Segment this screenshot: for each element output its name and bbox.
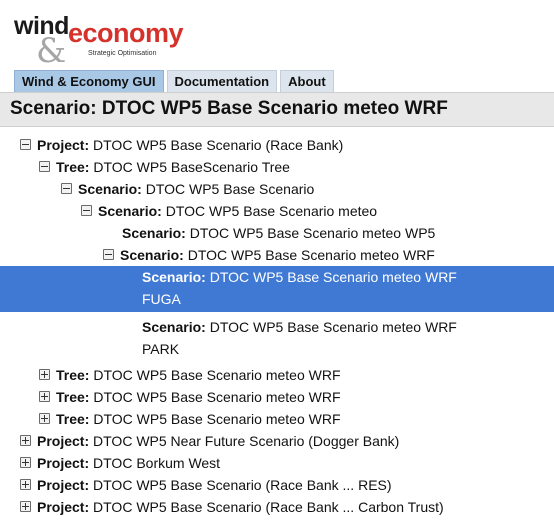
tree-row-scenario[interactable]: Scenario: DTOC WP5 Base Scenario meteo W… xyxy=(0,222,554,244)
tree-row-scenario[interactable]: Scenario: DTOC WP5 Base Scenario xyxy=(0,178,554,200)
logo-word-wind: wind xyxy=(14,12,69,40)
expand-icon[interactable] xyxy=(39,391,50,402)
tree-row-label: Tree: DTOC WP5 Base Scenario meteo WRF xyxy=(56,411,341,427)
tree-row-project[interactable]: Project: DTOC WP5 Base Scenario (Race Ba… xyxy=(0,496,554,518)
page-title: Scenario: DTOC WP5 Base Scenario meteo W… xyxy=(10,98,448,119)
logo-tagline: Strategic Optimisation xyxy=(88,50,157,57)
expand-icon[interactable] xyxy=(20,479,31,490)
tree-row-label: Scenario: DTOC WP5 Base Scenario meteo W… xyxy=(142,319,457,357)
tree-row-label: Scenario: DTOC WP5 Base Scenario xyxy=(78,181,315,197)
tree-row-tree[interactable]: Tree: DTOC WP5 BaseScenario Tree xyxy=(0,156,554,178)
tab-wind-economy-gui[interactable]: Wind & Economy GUI xyxy=(14,70,164,92)
tree-row-scenario[interactable]: Scenario: DTOC WP5 Base Scenario meteo W… xyxy=(0,244,554,266)
tab-documentation[interactable]: Documentation xyxy=(166,70,278,92)
page-title-bar: Scenario: DTOC WP5 Base Scenario meteo W… xyxy=(0,92,554,127)
tree-row-scenario[interactable]: Scenario: DTOC WP5 Base Scenario meteo xyxy=(0,200,554,222)
expand-icon[interactable] xyxy=(39,369,50,380)
collapse-icon[interactable] xyxy=(61,183,72,194)
tree-row-label: Scenario: DTOC WP5 Base Scenario meteo W… xyxy=(120,247,435,263)
tree-row-label: Tree: DTOC WP5 Base Scenario meteo WRF xyxy=(56,367,341,383)
collapse-icon[interactable] xyxy=(20,139,31,150)
tree-row-label: Project: DTOC WP5 Base Scenario (Race Ba… xyxy=(37,477,392,493)
logo-word-economy: economy xyxy=(68,18,184,48)
wind-economy-logo: & wind economy Strategic Optimisation xyxy=(14,8,224,70)
tree-row-scenario-selected[interactable]: Scenario: DTOC WP5 Base Scenario meteo W… xyxy=(0,266,554,312)
expand-icon[interactable] xyxy=(20,457,31,468)
tree-row-scenario[interactable]: Scenario: DTOC WP5 Base Scenario meteo W… xyxy=(0,316,554,360)
tree-row-project[interactable]: Project: DTOC WP5 Near Future Scenario (… xyxy=(0,430,554,452)
collapse-icon[interactable] xyxy=(81,205,92,216)
expand-icon[interactable] xyxy=(39,413,50,424)
tree-row-label: Scenario: DTOC WP5 Base Scenario meteo W… xyxy=(122,225,436,241)
tree-row-label: Project: DTOC WP5 Base Scenario (Race Ba… xyxy=(37,499,444,515)
tab-about[interactable]: About xyxy=(280,70,334,92)
tree-row-tree[interactable]: Tree: DTOC WP5 Base Scenario meteo WRF xyxy=(0,364,554,386)
collapse-icon[interactable] xyxy=(39,161,50,172)
tree-row-label: Project: DTOC WP5 Near Future Scenario (… xyxy=(37,433,400,449)
tree-row-project[interactable]: Project: DTOC WP5 Base Scenario (Race Ba… xyxy=(0,474,554,496)
tree-row-label: Tree: DTOC WP5 BaseScenario Tree xyxy=(56,159,290,175)
tree-row-project[interactable]: Project: DTOC Borkum West xyxy=(0,452,554,474)
tree-row-label: Scenario: DTOC WP5 Base Scenario meteo xyxy=(98,203,378,219)
tree-row-label: Project: DTOC WP5 Base Scenario (Race Ba… xyxy=(37,137,344,153)
tree-row-label: Scenario: DTOC WP5 Base Scenario meteo W… xyxy=(142,269,457,307)
expand-icon[interactable] xyxy=(20,435,31,446)
tree-row-project[interactable]: Project: DTOC WP5 Base Scenario (Race Ba… xyxy=(0,134,554,156)
main-tabs: Wind & Economy GUI Documentation About xyxy=(14,70,334,92)
tree-row-tree[interactable]: Tree: DTOC WP5 Base Scenario meteo WRF xyxy=(0,386,554,408)
tree-row-label: Tree: DTOC WP5 Base Scenario meteo WRF xyxy=(56,389,341,405)
tree-row-label: Project: DTOC Borkum West xyxy=(37,455,221,471)
expand-icon[interactable] xyxy=(20,501,31,512)
collapse-icon[interactable] xyxy=(103,249,114,260)
tree-row-tree[interactable]: Tree: DTOC WP5 Base Scenario meteo WRF xyxy=(0,408,554,430)
